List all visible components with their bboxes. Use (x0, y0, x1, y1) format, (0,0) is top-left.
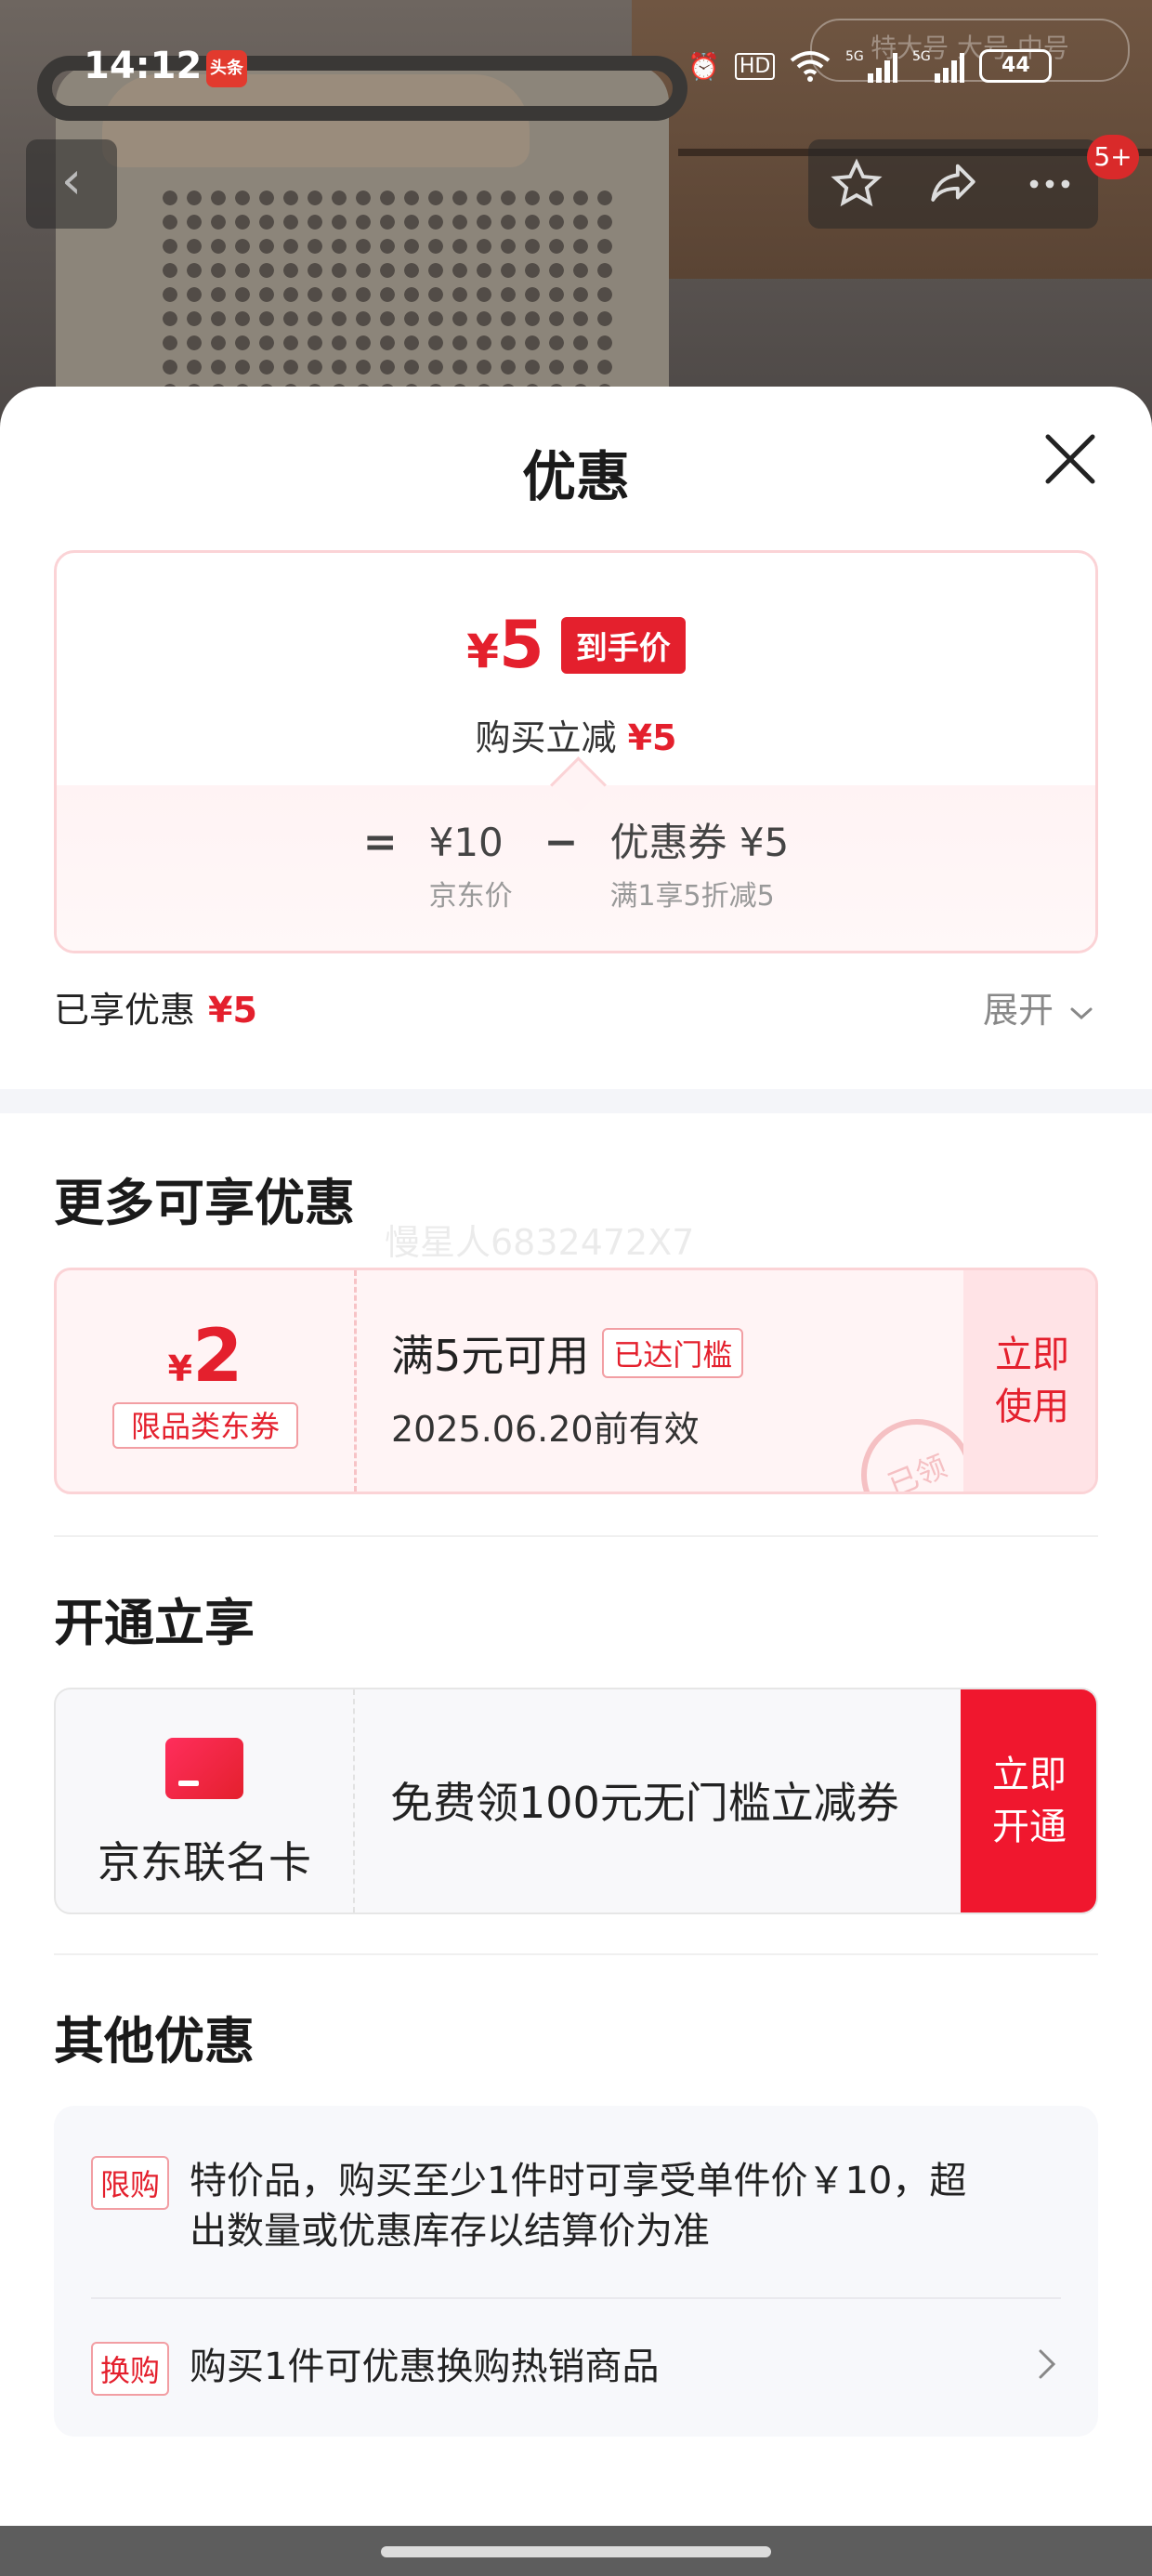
svg-text:5G: 5G (912, 49, 931, 64)
open-enjoy-title: 开通立享 (54, 1594, 255, 1652)
calc-notch (550, 756, 607, 813)
close-icon[interactable] (1041, 429, 1100, 489)
hd-icon: HD (734, 52, 776, 80)
threshold-reached-tag: 已达门槛 (602, 1328, 744, 1378)
open-now-button[interactable]: 立即 开通 (961, 1689, 1096, 1912)
final-price: ¥5 (466, 607, 544, 683)
card-name: 京东联名卡 (98, 1837, 311, 1887)
coupon-card: ¥2 限品类东券 满5元可用 已达门槛 2025.06.20前有效 已领 立即 … (54, 1268, 1098, 1494)
jd-price-label: 京东价 (428, 880, 513, 913)
limit-text: 特价品，购买至少1件时可享受单件价￥10，超出数量或优惠库存以结算价为准 (190, 2160, 967, 2253)
coupon-discount: 优惠券 ¥5 (609, 820, 790, 865)
final-price-tag: 到手价 (560, 616, 686, 674)
coupon-validity: 2025.06.20前有效 (391, 1409, 700, 1450)
nav-actions (808, 139, 1098, 229)
coupon-rule: 满1享5折减5 (609, 880, 775, 913)
credit-card-icon (165, 1738, 243, 1799)
more-discounts-title: 更多可享优惠 (54, 1174, 355, 1232)
exchange-text: 购买1件可优惠换购热销商品 (190, 2346, 660, 2388)
instant-reduce-line: 购买立减 ¥5 (475, 717, 677, 758)
user-watermark: 慢星人6832472X7 (385, 1222, 695, 1263)
enjoyed-discount: 已享优惠 ¥5 (54, 990, 257, 1031)
exchange-tag: 换购 (91, 2342, 170, 2396)
chevron-down-icon (1070, 1007, 1093, 1019)
minus-sign: − (543, 819, 579, 866)
coupon-kind: 限品类东券 (112, 1402, 298, 1449)
svg-text:5G: 5G (845, 49, 864, 64)
section-gap (0, 1089, 1152, 1113)
use-now-button[interactable]: 立即 使用 (963, 1270, 1095, 1492)
co-brand-card-offer: 京东联名卡 免费领100元无门槛立减券 立即 开通 (54, 1688, 1098, 1914)
battery-icon: 44 (979, 49, 1053, 83)
coupon-condition: 满5元可用 已达门槛 (391, 1322, 744, 1384)
price-calculation: = ¥10 京东价 − 优惠券 ¥5 满1享5折减5 (57, 756, 1095, 951)
star-icon[interactable] (830, 157, 884, 211)
coupon-amount: ¥2 (167, 1315, 243, 1399)
card-divider (353, 1689, 355, 1912)
back-button[interactable]: ‹ (26, 139, 117, 229)
final-price-line: ¥5 到手价 (57, 607, 1095, 683)
card-offer-text: 免费领100元无门槛立减券 (390, 1778, 899, 1828)
expand-toggle[interactable]: 展开 (983, 981, 1094, 1032)
share-icon[interactable] (926, 157, 980, 211)
sheet-title: 优惠 (521, 445, 630, 508)
divider (54, 1535, 1098, 1537)
other-discounts-title: 其他优惠 (54, 2012, 255, 2070)
wifi-icon (791, 51, 831, 82)
status-icons: ⏰ HD 5G 5G 44 (687, 43, 1053, 89)
alarm-icon: ⏰ (687, 50, 720, 82)
limit-tag: 限购 (91, 2156, 170, 2210)
list-item: 限购 特价品，购买至少1件时可享受单件价￥10，超出数量或优惠库存以结算价为准 (91, 2156, 1061, 2256)
signal-5g-icon-2: 5G (912, 49, 965, 83)
discount-sheet: 优惠 ¥5 到手价 购买立减 ¥5 = ¥10 京东价 − 优惠券 ¥5 满1享… (0, 387, 1152, 2576)
status-time: 14:12 (84, 45, 203, 87)
other-discounts-list: 限购 特价品，购买至少1件时可享受单件价￥10，超出数量或优惠库存以结算价为准 … (54, 2106, 1098, 2437)
divider (91, 2297, 1061, 2299)
price-breakdown-card: ¥5 到手价 购买立减 ¥5 = ¥10 京东价 − 优惠券 ¥5 满1享5折减… (54, 550, 1098, 953)
more-icon[interactable] (1023, 157, 1077, 211)
divider (54, 1953, 1098, 1955)
coupon-divider (354, 1270, 357, 1492)
basket-holes-image (158, 186, 613, 409)
jd-price: ¥10 (428, 820, 504, 865)
status-bar: 特大号 大号 中号 14:12 头条 ⏰ HD 5G 5G 44 (0, 0, 1152, 139)
equals-sign: = (362, 819, 398, 866)
list-item-exchange[interactable]: 换购 购买1件可优惠换购热销商品 (91, 2342, 1061, 2396)
chevron-right-icon[interactable] (1033, 2346, 1061, 2383)
notification-badge: 5+ (1087, 135, 1139, 179)
home-indicator[interactable] (381, 2546, 771, 2557)
news-app-icon: 头条 (206, 50, 247, 87)
signal-5g-icon: 5G (845, 49, 898, 83)
